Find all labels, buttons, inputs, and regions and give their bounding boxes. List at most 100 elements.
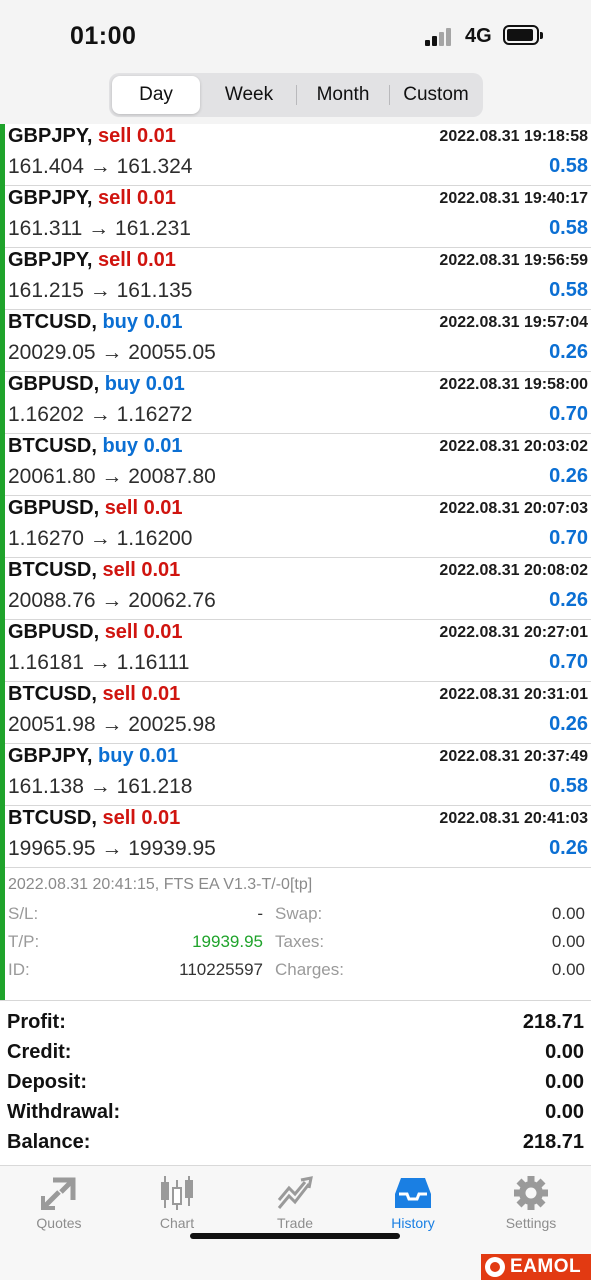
- trade-icon: [277, 1176, 313, 1209]
- account-summary: Profit: 218.71 Credit: 0.00 Deposit: 0.0…: [0, 1000, 591, 1165]
- quotes-icon: [41, 1177, 76, 1210]
- status-bar: 01:00 4G: [0, 0, 591, 70]
- trade-row[interactable]: BTCUSD, sell 0.01 2022.08.31 20:08:02 2008…: [5, 558, 591, 620]
- trade-side: buy 0.01: [98, 745, 179, 767]
- trade-datetime: 2022.08.31 20:07:03: [439, 500, 588, 517]
- trade-symbol: GBPJPY, sell 0.01: [8, 125, 176, 148]
- trade-profit: 0.58: [549, 217, 588, 239]
- summary-label: Profit:: [7, 1011, 66, 1033]
- symbol-label: BTCUSD,: [8, 807, 97, 829]
- tab-month[interactable]: Month: [297, 76, 389, 114]
- summary-label: Deposit:: [7, 1071, 87, 1093]
- logo-icon: [485, 1257, 505, 1277]
- watermark-text: EAMOL: [510, 1256, 582, 1277]
- trade-symbol: BTCUSD, buy 0.01: [8, 311, 183, 334]
- trade-side: sell 0.01: [102, 559, 181, 581]
- swap-value: 0.00: [551, 904, 585, 923]
- symbol-label: GBPJPY,: [8, 125, 93, 147]
- trade-side: sell 0.01: [98, 125, 176, 147]
- tab-settings[interactable]: Settings: [472, 1166, 590, 1236]
- trade-row[interactable]: GBPUSD, sell 0.01 2022.08.31 20:07:03 1.16…: [5, 496, 591, 558]
- history-icon: [395, 1178, 431, 1208]
- trade-datetime: 2022.08.31 20:03:02: [439, 438, 588, 455]
- trade-row[interactable]: GBPUSD, buy 0.01 2022.08.31 19:58:00 1.162…: [5, 372, 591, 434]
- trade-row[interactable]: BTCUSD, buy 0.01 2022.08.31 20:03:02 20061…: [5, 434, 591, 496]
- trade-profit: 0.26: [549, 713, 588, 735]
- trade-profit: 0.70: [549, 651, 588, 673]
- trade-datetime: 2022.08.31 20:08:02: [439, 562, 588, 579]
- trade-datetime: 2022.08.31 20:31:01: [439, 686, 588, 703]
- tab-quotes[interactable]: Quotes: [0, 1166, 118, 1236]
- cellular-signal-icon: [425, 26, 457, 46]
- trade-row[interactable]: BTCUSD, sell 0.01 2022.08.31 20:41:03 1996…: [5, 806, 591, 868]
- trade-symbol: BTCUSD, buy 0.01: [8, 435, 183, 458]
- trade-prices: 20051.98 → 20025.98: [8, 713, 216, 736]
- trade-side: sell 0.01: [102, 807, 181, 829]
- trade-profit: 0.26: [549, 465, 588, 487]
- chart-icon: [161, 1176, 193, 1210]
- tab-history[interactable]: History: [354, 1166, 472, 1236]
- trade-prices: 161.404 → 161.324: [8, 155, 193, 178]
- home-indicator[interactable]: [190, 1233, 400, 1239]
- trade-side: sell 0.01: [104, 497, 183, 519]
- trade-profit: 0.26: [549, 589, 588, 611]
- symbol-label: GBPUSD,: [8, 621, 100, 643]
- trade-row[interactable]: BTCUSD, buy 0.01 2022.08.31 19:57:04 20029…: [5, 310, 591, 372]
- tp-label: T/P:: [8, 932, 40, 951]
- trade-side: buy 0.01: [104, 373, 185, 395]
- tab-label: Chart: [159, 1215, 195, 1231]
- trade-side: buy 0.01: [102, 435, 183, 457]
- watermark-logo: EAMOL: [481, 1254, 591, 1280]
- tab-label: Settings: [505, 1215, 557, 1231]
- summary-value: 0.00: [545, 1101, 584, 1123]
- tab-label: Quotes: [36, 1215, 82, 1231]
- trade-symbol: GBPUSD, sell 0.01: [8, 497, 183, 520]
- trade-datetime: 2022.08.31 20:37:49: [439, 748, 588, 765]
- tab-label: History: [391, 1215, 435, 1231]
- summary-row-credit: Credit: 0.00: [0, 1041, 591, 1071]
- taxes-label: Taxes:: [275, 932, 325, 951]
- trade-profit: 0.26: [549, 341, 588, 363]
- summary-label: Withdrawal:: [7, 1101, 121, 1123]
- trade-datetime: 2022.08.31 20:41:03: [439, 810, 588, 827]
- trade-prices: 1.16202 → 1.16272: [8, 403, 193, 426]
- tab-custom[interactable]: Custom: [390, 76, 482, 114]
- symbol-label: GBPJPY,: [8, 187, 93, 209]
- symbol-label: GBPJPY,: [8, 249, 93, 271]
- trade-symbol: GBPJPY, sell 0.01: [8, 249, 176, 272]
- summary-row-balance: Balance: 218.71: [0, 1131, 591, 1161]
- symbol-label: BTCUSD,: [8, 683, 97, 705]
- trade-row[interactable]: GBPJPY, sell 0.01 2022.08.31 19:18:58 161.…: [5, 124, 591, 186]
- trade-datetime: 2022.08.31 19:57:04: [439, 314, 588, 331]
- trade-symbol: BTCUSD, sell 0.01: [8, 807, 180, 830]
- trade-symbol: BTCUSD, sell 0.01: [8, 559, 180, 582]
- trade-datetime: 2022.08.31 19:56:59: [439, 252, 588, 269]
- tab-chart[interactable]: Chart: [118, 1166, 236, 1236]
- trade-datetime: 2022.08.31 19:18:58: [439, 128, 588, 145]
- trade-prices: 20088.76 → 20062.76: [8, 589, 216, 612]
- tab-day[interactable]: Day: [112, 76, 200, 114]
- trade-profit: 0.70: [549, 527, 588, 549]
- summary-value: 0.00: [545, 1041, 584, 1063]
- trade-row[interactable]: GBPJPY, buy 0.01 2022.08.31 20:37:49 161.1…: [5, 744, 591, 806]
- trade-profit: 0.26: [549, 837, 588, 859]
- trade-prices: 161.138 → 161.218: [8, 775, 193, 798]
- period-selector-bar: Day Week Month Custom: [0, 70, 591, 124]
- tab-week[interactable]: Week: [203, 76, 295, 114]
- trade-row[interactable]: BTCUSD, sell 0.01 2022.08.31 20:31:01 2005…: [5, 682, 591, 744]
- trade-profit: 0.58: [549, 775, 588, 797]
- tab-trade[interactable]: Trade: [236, 1166, 354, 1236]
- trade-side: sell 0.01: [98, 187, 176, 209]
- symbol-label: BTCUSD,: [8, 435, 97, 457]
- charges-value: 0.00: [551, 960, 585, 979]
- network-type: 4G: [465, 25, 492, 47]
- summary-label: Credit:: [7, 1041, 72, 1063]
- trade-row[interactable]: GBPJPY, sell 0.01 2022.08.31 19:40:17 161.…: [5, 186, 591, 248]
- trade-history-list: GBPJPY, sell 0.01 2022.08.31 19:18:58 161.…: [0, 124, 591, 1000]
- summary-label: Balance:: [7, 1131, 91, 1153]
- trade-prices: 1.16270 → 1.16200: [8, 527, 193, 550]
- summary-value: 0.00: [545, 1071, 584, 1093]
- trade-row[interactable]: GBPUSD, sell 0.01 2022.08.31 20:27:01 1.16…: [5, 620, 591, 682]
- trade-row[interactable]: GBPJPY, sell 0.01 2022.08.31 19:56:59 161.…: [5, 248, 591, 310]
- summary-row-withdrawal: Withdrawal: 0.00: [0, 1101, 591, 1131]
